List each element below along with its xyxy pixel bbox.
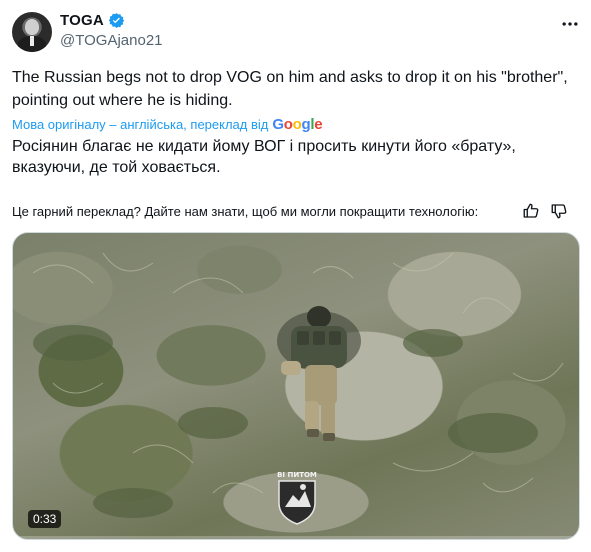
translation-attribution[interactable]: Мова оригіналу – англійська, переклад ві…	[12, 116, 323, 133]
translation-feedback: Це гарний переклад? Дайте нам знати, щоб…	[12, 202, 568, 220]
author-avatar[interactable]	[12, 12, 52, 52]
video-player[interactable]: ВІ ПИТОМ 0:33	[12, 232, 580, 540]
more-options-icon[interactable]	[560, 14, 580, 34]
thumbs-up-button[interactable]	[522, 202, 540, 220]
thumbs-down-icon	[551, 204, 567, 219]
tweet-card: TOGA @TOGAjano21 The Russian begs not to…	[0, 0, 591, 552]
video-duration-badge: 0:33	[28, 510, 62, 528]
author-handle[interactable]: @TOGAjano21	[60, 32, 163, 49]
translated-text: Росіянин благає не кидати йому ВОГ і про…	[12, 138, 516, 176]
avatar-tie	[30, 36, 34, 46]
google-logo: Google	[272, 116, 323, 133]
soldier-figure	[277, 306, 361, 441]
author-display-name[interactable]: TOGA	[60, 12, 104, 29]
translation-label[interactable]: Мова оригіналу – англійська, переклад ві…	[12, 117, 268, 132]
thumbs-up-icon	[523, 203, 539, 218]
tweet-text: The Russian begs not to drop VOG on him …	[12, 69, 568, 109]
avatar-head	[25, 19, 39, 35]
feedback-prompt: Це гарний переклад? Дайте нам знати, щоб…	[12, 203, 479, 219]
verified-badge-icon	[108, 13, 125, 28]
author-name-row: TOGA	[60, 12, 125, 29]
watermark-text: ВІ ПИТОМ	[277, 471, 317, 479]
thumbs-down-button[interactable]	[550, 202, 568, 220]
unit-watermark-logo: ВІ ПИТОМ	[277, 471, 317, 525]
video-progress-track[interactable]	[13, 536, 579, 539]
